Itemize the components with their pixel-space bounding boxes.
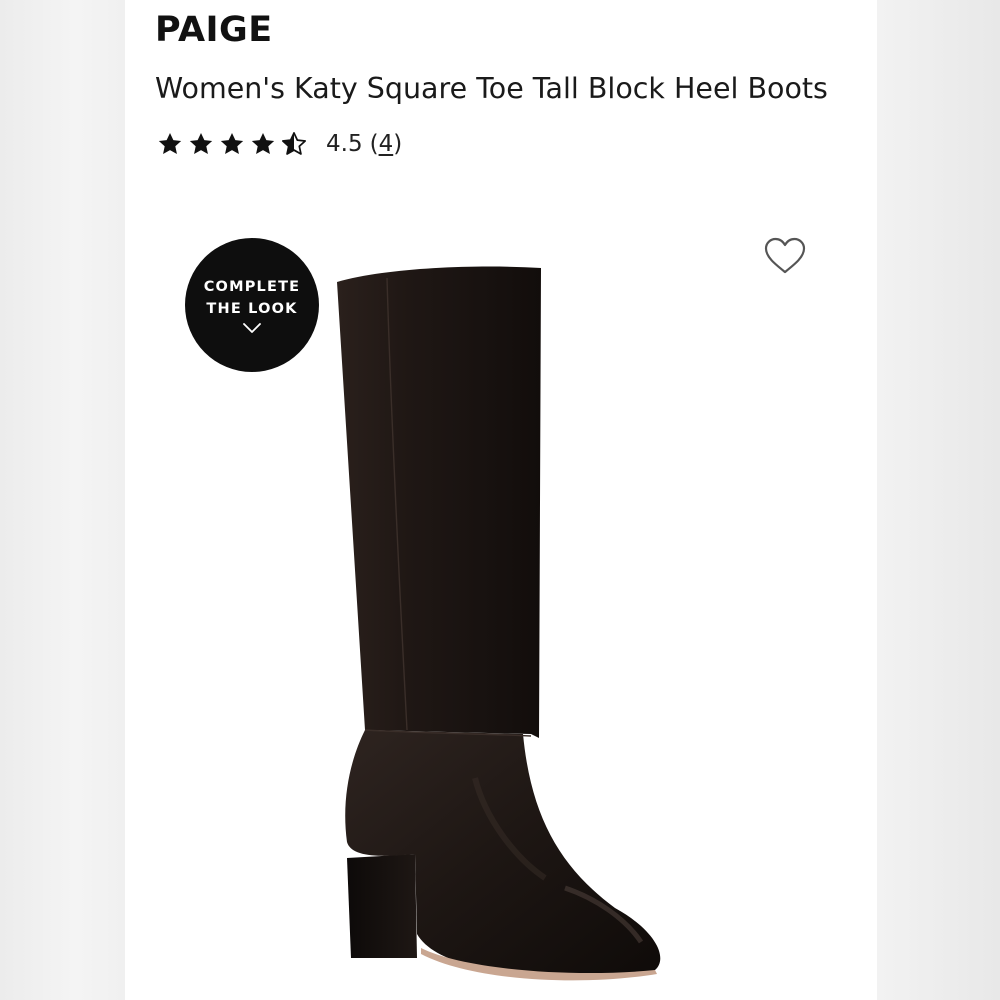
brand-name[interactable]: PAIGE — [155, 10, 273, 50]
star-full-icon — [158, 132, 182, 154]
product-panel: PAIGE Women's Katy Square Toe Tall Block… — [125, 0, 877, 1000]
product-title: Women's Katy Square Toe Tall Block Heel … — [155, 72, 828, 105]
heart-outline-icon[interactable] — [763, 236, 807, 276]
review-count-number[interactable]: 4 — [379, 131, 394, 157]
review-count-close: ) — [393, 131, 403, 157]
rating-row[interactable]: 4.5 (4) — [157, 126, 402, 162]
star-half-icon — [281, 132, 307, 155]
boot-shaft — [337, 266, 541, 738]
star-full-icon — [251, 132, 275, 154]
complete-the-look-button[interactable]: COMPLETE THE LOOK — [185, 238, 319, 372]
rating-value: 4.5 — [326, 131, 363, 157]
star-rating — [157, 131, 312, 157]
product-boot-image — [337, 266, 661, 981]
review-count-open: ( — [369, 131, 379, 157]
star-full-icon — [189, 132, 213, 154]
complete-the-look-line1: COMPLETE — [203, 279, 301, 295]
complete-the-look-line2: THE LOOK — [206, 301, 298, 317]
right-blurred-margin — [877, 0, 1000, 1000]
chevron-down-icon — [243, 323, 261, 333]
star-full-icon — [220, 132, 244, 154]
left-blurred-margin — [0, 0, 125, 1000]
review-count-link[interactable]: (4) — [370, 131, 403, 157]
screenshot-frame: PAIGE Women's Katy Square Toe Tall Block… — [0, 0, 1000, 1000]
boot-heel — [347, 854, 417, 958]
